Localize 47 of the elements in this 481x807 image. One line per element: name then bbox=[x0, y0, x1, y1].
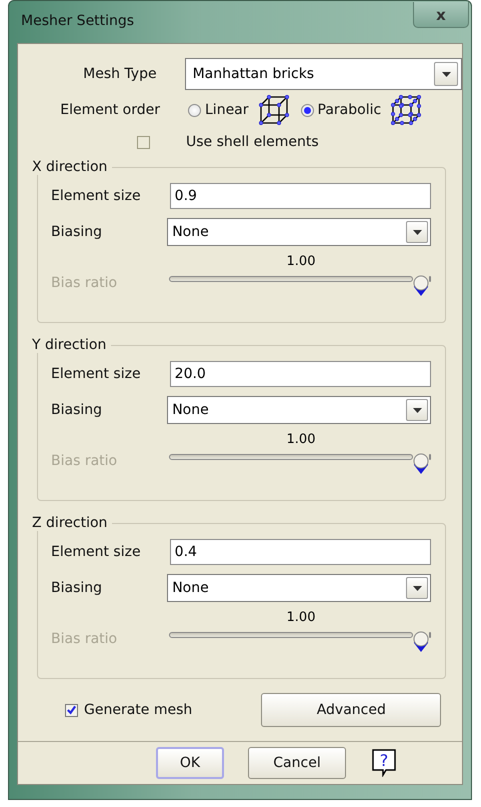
help-icon[interactable]: ? bbox=[372, 749, 396, 777]
slider-value: 1.00 bbox=[286, 610, 316, 627]
checkbox-label[interactable]: Use shell elements bbox=[186, 134, 319, 150]
window-title: Mesher Settings bbox=[21, 13, 134, 29]
group-title: Y direction bbox=[32, 337, 112, 353]
dropdown[interactable]: None bbox=[167, 396, 431, 424]
radio-button[interactable] bbox=[188, 104, 201, 116]
slider-thumb[interactable] bbox=[413, 275, 429, 297]
element-size-field[interactable]: 0.9 bbox=[170, 183, 431, 209]
advanced-button[interactable]: Advanced bbox=[261, 693, 442, 727]
dropdown[interactable]: None bbox=[167, 574, 431, 602]
dropdown[interactable]: None bbox=[167, 218, 431, 246]
cube-icon bbox=[258, 95, 289, 125]
checkbox-label[interactable]: Generate mesh bbox=[84, 702, 192, 718]
field-label: Element size bbox=[51, 544, 142, 560]
slider-thumb[interactable] bbox=[413, 453, 429, 475]
field-label: Biasing bbox=[51, 580, 104, 596]
dialog-button[interactable]: OK bbox=[156, 747, 224, 779]
slider-value: 1.00 bbox=[286, 254, 316, 271]
dense-cube-icon bbox=[391, 95, 422, 125]
field-label: Mesh Type bbox=[82, 66, 157, 82]
caret-icon bbox=[412, 408, 422, 412]
caret-icon bbox=[412, 586, 422, 590]
group-title: Z direction bbox=[32, 515, 112, 531]
radio-button[interactable] bbox=[300, 104, 314, 116]
checkbox[interactable] bbox=[137, 136, 150, 148]
group-title: X direction bbox=[32, 159, 112, 175]
element-size-field[interactable]: 0.4 bbox=[170, 539, 431, 565]
field-label: Element size bbox=[51, 366, 142, 382]
field-label: Bias ratio bbox=[51, 631, 118, 647]
caret-icon bbox=[412, 230, 422, 234]
slider-value: 1.00 bbox=[286, 432, 316, 449]
radio-label[interactable]: Parabolic bbox=[318, 102, 382, 118]
field-label: Element size bbox=[51, 188, 142, 204]
checkbox[interactable] bbox=[65, 704, 78, 716]
caret-icon bbox=[442, 72, 450, 76]
element-size-field[interactable]: 20.0 bbox=[170, 361, 431, 387]
slider-thumb[interactable] bbox=[413, 631, 429, 653]
dialog-button[interactable]: Cancel bbox=[248, 747, 346, 779]
field-label: Bias ratio bbox=[51, 453, 118, 469]
field-label: Bias ratio bbox=[51, 275, 118, 291]
dropdown[interactable]: Manhattan bricks bbox=[184, 58, 462, 90]
close-button[interactable]: x bbox=[413, 2, 469, 28]
field-label: Biasing bbox=[51, 402, 104, 418]
radio-label[interactable]: Linear bbox=[205, 102, 249, 118]
field-label: Element order bbox=[59, 102, 160, 118]
field-label: Biasing bbox=[51, 224, 104, 240]
